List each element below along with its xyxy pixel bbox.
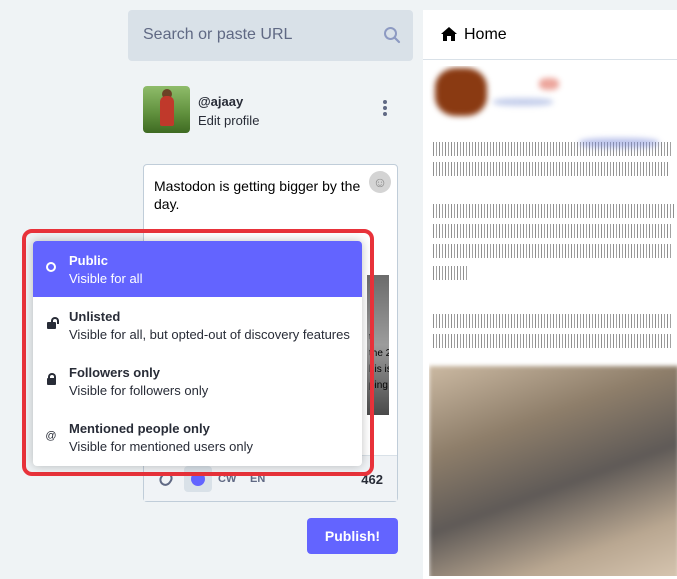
privacy-dropdown: Public Visible for all Unlisted Visible … bbox=[33, 241, 362, 466]
lock-icon bbox=[45, 373, 57, 386]
home-icon bbox=[441, 27, 457, 41]
search-bar[interactable]: Search or paste URL bbox=[128, 10, 413, 61]
profile-username[interactable]: @ajaay bbox=[198, 94, 243, 109]
option-title: Followers only bbox=[69, 365, 161, 380]
avatar[interactable] bbox=[143, 86, 190, 133]
search-input[interactable]: Search or paste URL bbox=[143, 26, 292, 44]
compose-textarea[interactable]: Mastodon is getting bigger by the day. bbox=[154, 177, 369, 213]
globe-icon bbox=[45, 262, 57, 274]
privacy-option-public[interactable]: Public Visible for all bbox=[33, 241, 362, 297]
blurred-timeline bbox=[429, 66, 677, 576]
option-title: Unlisted bbox=[69, 309, 121, 324]
unlock-icon bbox=[45, 317, 59, 330]
edit-profile-link[interactable]: Edit profile bbox=[198, 113, 259, 128]
at-icon: @ bbox=[45, 430, 57, 442]
privacy-option-mentioned[interactable]: @ Mentioned people only Visible for ment… bbox=[33, 409, 362, 465]
privacy-option-followers[interactable]: Followers only Visible for followers onl… bbox=[33, 353, 362, 409]
emoji-icon[interactable]: ☺ bbox=[369, 171, 391, 193]
option-description: Visible for all bbox=[69, 271, 143, 286]
privacy-option-unlisted[interactable]: Unlisted Visible for all, but opted-out … bbox=[33, 297, 362, 353]
search-icon bbox=[384, 27, 401, 44]
home-title: Home bbox=[464, 26, 507, 43]
option-description: Visible for followers only bbox=[69, 383, 209, 398]
publish-button[interactable]: Publish! bbox=[307, 518, 398, 554]
kebab-icon[interactable] bbox=[381, 100, 389, 118]
option-title: Public bbox=[69, 253, 109, 268]
home-header[interactable]: Home bbox=[423, 10, 677, 60]
option-title: Mentioned people only bbox=[69, 421, 210, 436]
blurred-image bbox=[429, 366, 677, 576]
home-column: Home bbox=[423, 10, 677, 579]
option-description: Visible for mentioned users only bbox=[69, 439, 254, 454]
option-description: Visible for all, but opted-out of discov… bbox=[69, 327, 350, 342]
